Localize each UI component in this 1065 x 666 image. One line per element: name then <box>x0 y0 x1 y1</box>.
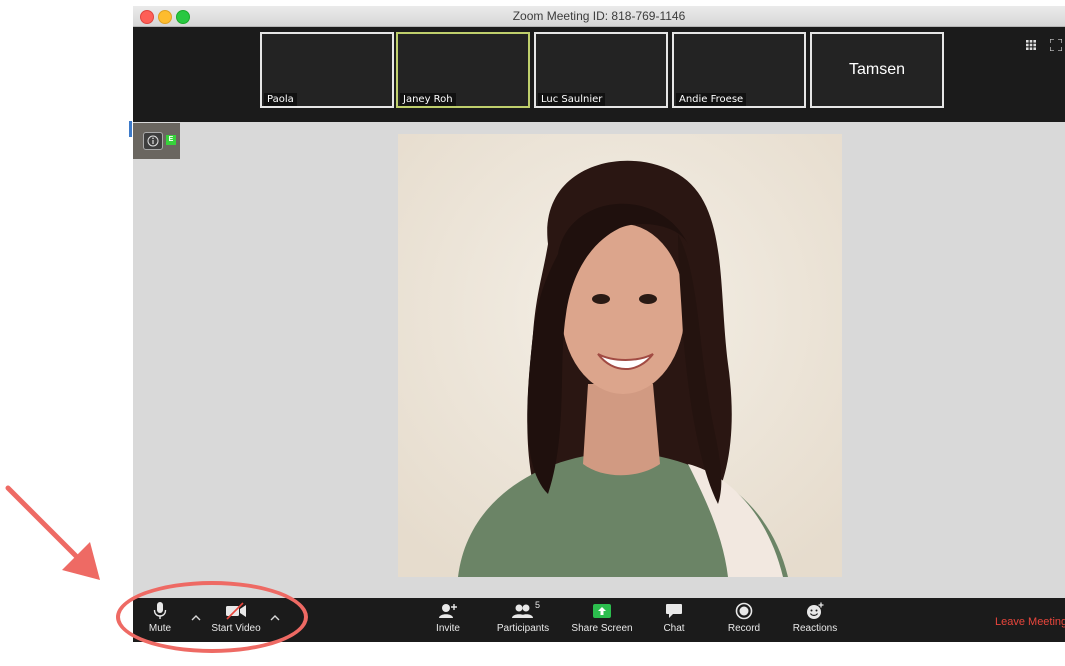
record-label: Record <box>727 623 761 634</box>
record-circle-icon <box>735 602 753 620</box>
participant-name: Janey Roh <box>400 93 456 106</box>
people-icon <box>512 604 533 618</box>
record-button[interactable]: Record <box>724 602 764 634</box>
meeting-info-icon[interactable] <box>143 132 163 150</box>
participant-thumb-active[interactable]: Janey Roh <box>396 32 530 108</box>
window-title: Zoom Meeting ID: 818-769-1146 <box>512 9 686 23</box>
smiley-plus-icon <box>807 602 824 619</box>
invite-label: Invite <box>436 623 460 634</box>
encryption-badge: E <box>166 135 176 145</box>
gallery-view-icon[interactable] <box>1026 40 1036 50</box>
participant-thumb[interactable]: Luc Saulnier <box>534 32 668 108</box>
participant-name-large: Tamsen <box>848 61 906 78</box>
participant-name: Luc Saulnier <box>538 93 606 106</box>
edge-artifact <box>129 121 132 137</box>
reactions-label: Reactions <box>792 623 838 634</box>
title-bar: Zoom Meeting ID: 818-769-1146 <box>133 6 1065 27</box>
annotation-arrow-icon <box>5 485 100 580</box>
chat-label: Chat <box>663 623 685 634</box>
participants-strip: Paola Janey Roh Luc Saulnier Andie Froes… <box>133 27 1065 122</box>
speaker-portrait-image <box>398 134 842 577</box>
fullscreen-icon[interactable] <box>1050 39 1062 51</box>
share-screen-label: Share Screen <box>571 623 633 634</box>
participants-count: 5 <box>535 600 541 610</box>
leave-meeting-button[interactable]: Leave Meeting <box>995 616 1065 628</box>
chat-bubble-icon <box>666 604 682 618</box>
participants-label: Participants <box>496 623 550 634</box>
annotation-circle <box>116 581 308 653</box>
participant-thumb[interactable]: Paola <box>260 32 394 108</box>
self-view-tile[interactable]: E <box>133 123 180 159</box>
zoom-window: Zoom Meeting ID: 818-769-1146 Paola Jane… <box>133 6 1065 642</box>
participant-name: Andie Froese <box>676 93 747 106</box>
chat-button[interactable]: Chat <box>659 602 689 634</box>
add-person-icon <box>439 604 457 618</box>
participant-thumb[interactable]: Andie Froese <box>672 32 806 108</box>
participant-name: Paola <box>264 93 297 106</box>
share-up-arrow-icon <box>593 604 611 618</box>
invite-button[interactable]: Invite <box>433 602 463 634</box>
share-screen-button[interactable]: Share Screen <box>571 602 633 634</box>
participant-thumb[interactable]: Tamsen <box>810 32 944 108</box>
reactions-button[interactable]: Reactions <box>789 602 841 634</box>
participants-button[interactable]: 5 Participants <box>495 600 551 634</box>
active-speaker-video <box>398 134 842 577</box>
